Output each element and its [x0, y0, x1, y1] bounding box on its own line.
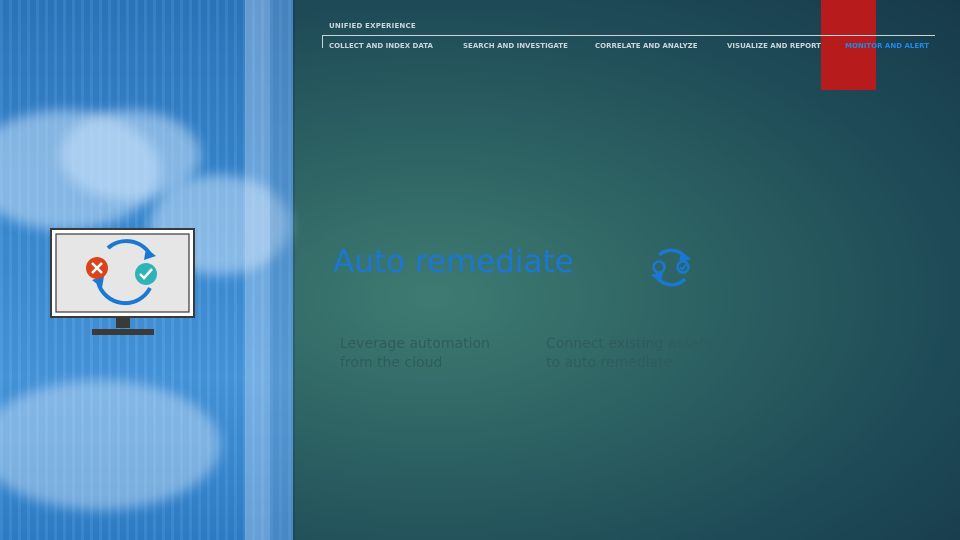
- nav-item-search[interactable]: SEARCH AND INVESTIGATE: [463, 42, 568, 50]
- decorative-stripe: [245, 0, 270, 540]
- cloud-shape: [0, 380, 220, 510]
- nav-item-visualize[interactable]: VISUALIZE AND REPORT: [727, 42, 821, 50]
- description-automation: Leverage automation from the cloud: [340, 336, 490, 371]
- panel-divider: [293, 0, 295, 540]
- success-check-icon: [135, 263, 157, 285]
- nav-item-correlate[interactable]: CORRELATE AND ANALYZE: [595, 42, 698, 50]
- nav-section-label: UNIFIED EXPERIENCE: [329, 22, 416, 30]
- nav-item-monitor[interactable]: MONITOR AND ALERT: [845, 42, 929, 50]
- decorative-stripe: [270, 0, 293, 540]
- monitor-remediation-icon: [50, 228, 195, 335]
- sync-cycle-icon: [651, 248, 691, 287]
- description-assets: Connect existing assets to auto remediat…: [546, 336, 713, 371]
- page-title: Auto remediate: [333, 244, 574, 280]
- error-x-icon: [86, 257, 108, 279]
- nav-item-collect[interactable]: COLLECT AND INDEX DATA: [329, 42, 433, 50]
